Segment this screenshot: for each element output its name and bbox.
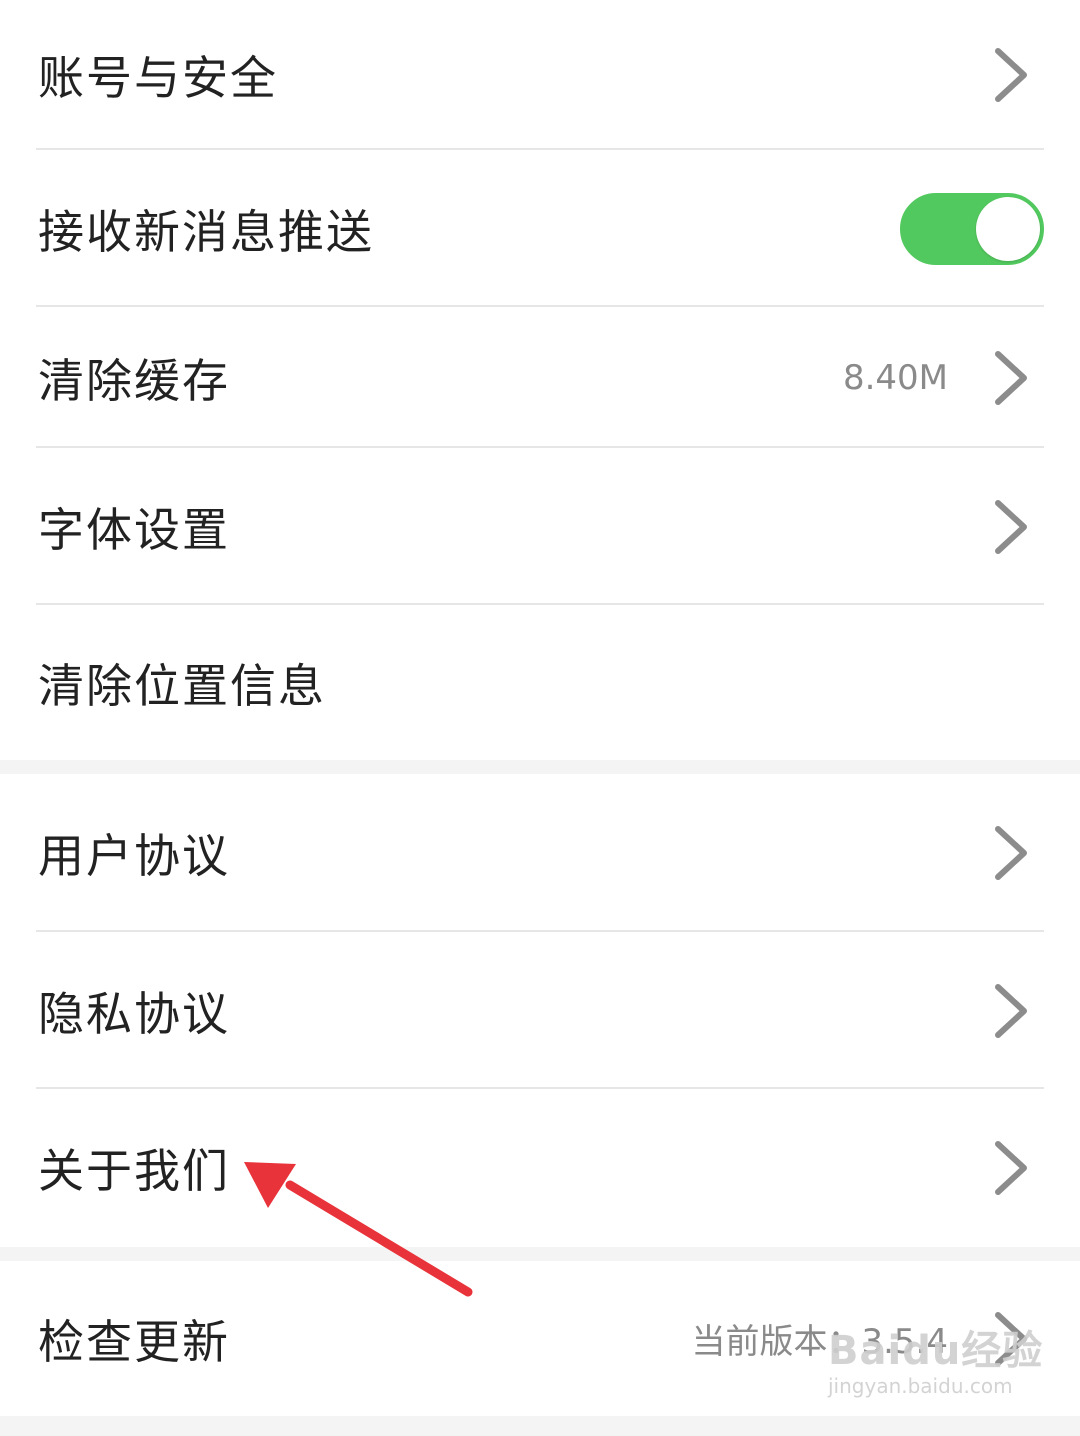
settings-item-label: 清除缓存 xyxy=(38,353,230,408)
settings-group-general: 账号与安全 接收新消息推送 清除缓存 8.40M 字体设置 清除位置信息 xyxy=(0,0,1080,760)
settings-item-label: 清除位置信息 xyxy=(38,658,326,713)
settings-item-privacy-agreement[interactable]: 隐私协议 xyxy=(0,932,1080,1089)
settings-item-label: 关于我们 xyxy=(38,1144,230,1198)
settings-item-label: 接收新消息推送 xyxy=(38,204,374,259)
settings-item-label: 账号与安全 xyxy=(38,51,278,105)
settings-item-label: 用户协议 xyxy=(38,829,230,883)
watermark-line2: jingyan.baidu.com xyxy=(828,1374,1013,1398)
chevron-right-icon xyxy=(990,823,1030,883)
settings-group-about: 用户协议 隐私协议 关于我们 xyxy=(0,774,1080,1247)
settings-item-label: 检查更新 xyxy=(38,1314,230,1369)
toggle-knob xyxy=(976,196,1040,261)
baidu-jingyan-watermark: Baidu经验 jingyan.baidu.com xyxy=(828,1318,1043,1398)
settings-item-about-us[interactable]: 关于我们 xyxy=(0,1089,1080,1247)
chevron-right-icon xyxy=(990,348,1030,408)
settings-item-clear-location[interactable]: 清除位置信息 xyxy=(0,605,1080,760)
settings-item-push-notifications: 接收新消息推送 xyxy=(0,150,1080,307)
chevron-right-icon xyxy=(990,1138,1030,1198)
settings-item-label: 字体设置 xyxy=(38,502,230,557)
chevron-right-icon xyxy=(990,497,1030,557)
watermark-line1: Baidu经验 xyxy=(828,1328,1044,1374)
push-notifications-toggle[interactable] xyxy=(900,192,1044,265)
chevron-right-icon xyxy=(990,981,1030,1041)
chevron-right-icon xyxy=(990,45,1030,105)
cache-size-value: 8.40M xyxy=(842,357,948,398)
settings-item-user-agreement[interactable]: 用户协议 xyxy=(0,774,1080,932)
settings-item-font-settings[interactable]: 字体设置 xyxy=(0,448,1080,605)
settings-item-clear-cache[interactable]: 清除缓存 8.40M xyxy=(0,307,1080,448)
settings-item-account-security[interactable]: 账号与安全 xyxy=(0,0,1080,150)
section-gap xyxy=(0,1247,1080,1261)
settings-item-label: 隐私协议 xyxy=(38,986,230,1041)
section-gap xyxy=(0,760,1080,774)
